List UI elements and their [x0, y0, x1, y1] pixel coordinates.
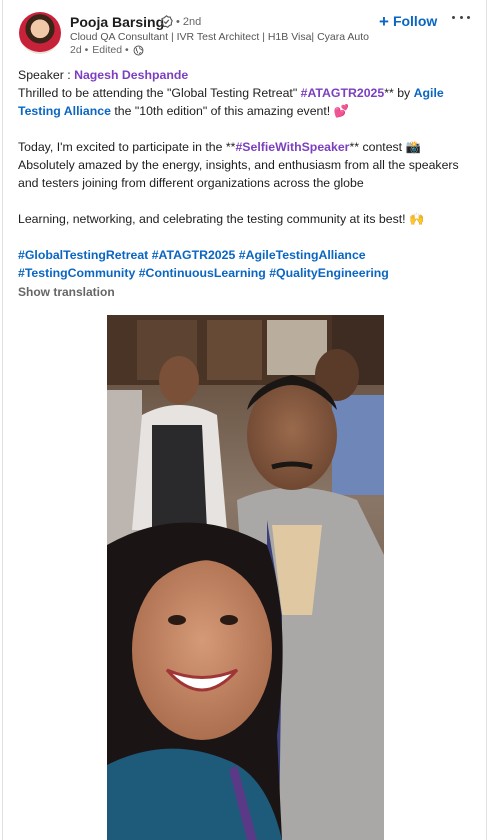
text-segment: the "10th edition" of this amazing event…	[110, 104, 349, 118]
follow-label: Follow	[392, 13, 438, 29]
hashtag-link[interactable]: #QualityEngineering	[269, 266, 389, 280]
selfie-photo	[107, 315, 384, 840]
post-line-speaker: Speaker : Nagesh Deshpande	[18, 66, 478, 84]
post-time: 2d •	[70, 44, 89, 56]
hashtag-link[interactable]: #ATAGTR2025	[152, 248, 236, 262]
verified-icon	[160, 15, 173, 28]
hashtag-link[interactable]: #ContinuousLearning	[139, 266, 266, 280]
post-line-thrilled: Thrilled to be attending the "Global Tes…	[18, 84, 478, 120]
text-segment: Today, I'm excited to participate in the…	[18, 140, 236, 154]
feed-post-card: Pooja Barsing • 2nd Cloud QA Consultant …	[2, 0, 487, 840]
author-headline: Cloud QA Consultant | IVR Test Architect…	[70, 31, 370, 43]
hashtag-link[interactable]: #GlobalTestingRetreat	[18, 248, 148, 262]
plus-icon: +	[379, 11, 389, 31]
post-line-today: Today, I'm excited to participate in the…	[18, 138, 478, 192]
post-line-learning: Learning, networking, and celebrating th…	[18, 212, 425, 226]
hashtag-link[interactable]: #SelfieWithSpeaker	[235, 140, 349, 154]
show-translation-button[interactable]: Show translation	[18, 285, 115, 299]
globe-icon	[133, 45, 144, 55]
speaker-prefix: Speaker :	[18, 68, 75, 82]
author-name[interactable]: Pooja Barsing	[70, 14, 164, 30]
edited-label: Edited •	[92, 44, 129, 56]
post-meta: 2d • Edited •	[70, 44, 144, 56]
post-hashtags: #GlobalTestingRetreat #ATAGTR2025 #Agile…	[18, 246, 478, 282]
hashtag-link[interactable]: #AgileTestingAlliance	[239, 248, 366, 262]
text-segment: Thrilled to be attending the "Global Tes…	[18, 86, 301, 100]
text-segment: ** by	[384, 86, 414, 100]
post-image[interactable]	[107, 315, 384, 840]
follow-button[interactable]: + Follow	[379, 11, 437, 31]
connection-degree: • 2nd	[176, 16, 202, 28]
hashtag-link[interactable]: #ATAGTR2025	[301, 86, 385, 100]
hashtag-link[interactable]: #TestingCommunity	[18, 266, 135, 280]
speaker-mention[interactable]: Nagesh Deshpande	[74, 68, 188, 82]
more-horizontal-icon[interactable]	[452, 10, 470, 24]
author-avatar[interactable]	[19, 12, 61, 54]
post-body: Speaker : Nagesh Deshpande Thrilled to b…	[18, 66, 478, 282]
